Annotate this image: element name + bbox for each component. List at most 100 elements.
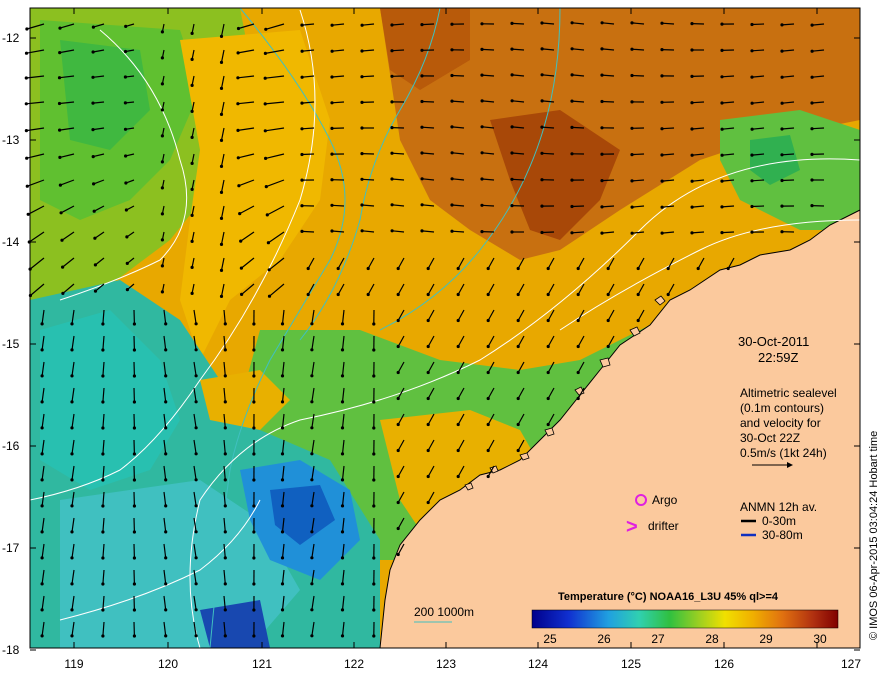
velocity-arrow-head <box>450 99 454 103</box>
velocity-arrow-head <box>360 49 364 53</box>
velocity-arrow-head <box>630 179 634 183</box>
velocity-arrow-head <box>390 126 394 130</box>
velocity-arrow-head <box>280 478 285 482</box>
velocity-arrow-head <box>600 99 604 104</box>
velocity-arrow-head <box>750 22 754 27</box>
velocity-arrow-head <box>576 292 580 297</box>
velocity-arrow-head <box>372 374 376 378</box>
velocity-arrow-head <box>101 400 105 404</box>
velocity-arrow-head <box>780 153 784 157</box>
velocity-arrow-head <box>372 478 376 482</box>
velocity-arrow-head <box>510 204 514 208</box>
velocity-arrow-head <box>360 23 364 27</box>
velocity-arrow-head <box>372 504 376 508</box>
velocity-arrow-head <box>330 75 334 79</box>
velocity-arrow-head <box>366 266 370 271</box>
velocity-arrow-head <box>280 400 285 404</box>
lon-tick-label: 126 <box>714 657 734 671</box>
velocity-arrow-head <box>780 49 784 53</box>
velocity-arrow-head <box>70 426 74 430</box>
velocity-arrow-head <box>160 290 164 294</box>
velocity-arrow-head <box>24 102 28 106</box>
velocity-arrow-head <box>360 100 364 104</box>
velocity-arrow-head <box>61 265 65 269</box>
velocity-arrow-head <box>40 530 44 534</box>
velocity-arrow-head <box>456 292 460 297</box>
velocity-arrow-head <box>190 109 194 113</box>
velocity-arrow-head <box>810 127 814 131</box>
velocity-arrow <box>631 74 645 77</box>
velocity-arrow-head <box>160 108 164 112</box>
velocity-arrow-head <box>194 634 198 638</box>
velocity-arrow-head <box>540 230 544 235</box>
velocity-arrow-head <box>58 26 62 30</box>
velocity-arrow-head <box>630 126 634 130</box>
velocity-arrow-head <box>750 101 754 105</box>
velocity-arrow-head <box>132 530 136 534</box>
velocity-arrow-head <box>340 530 345 534</box>
velocity-arrow-head <box>280 504 285 508</box>
velocity-arrow-head <box>190 213 194 217</box>
velocity-arrow-head <box>390 100 394 104</box>
velocity-arrow-head <box>576 396 580 401</box>
velocity-arrow-head <box>570 99 574 103</box>
velocity-arrow-head <box>40 582 44 586</box>
velocity-arrow-head <box>101 374 105 378</box>
velocity-arrow-head <box>164 634 168 638</box>
velocity-arrow-head <box>223 400 227 404</box>
velocity-arrow-head <box>219 34 224 39</box>
velocity-arrow-head <box>810 178 814 182</box>
velocity-arrow-head <box>223 322 227 326</box>
velocity-arrow-head <box>690 101 694 105</box>
velocity-arrow-head <box>516 422 520 427</box>
velocity-arrow-head <box>516 448 520 453</box>
velocity-arrow-head <box>480 125 484 129</box>
velocity-arrow-head <box>330 101 334 105</box>
velocity-arrow-head <box>101 634 105 638</box>
velocity-arrow-head <box>300 127 304 131</box>
velocity-arrow <box>601 179 615 182</box>
velocity-arrow-head <box>236 76 240 80</box>
lon-tick-label: 121 <box>252 657 272 671</box>
velocity-arrow-head <box>810 204 814 208</box>
velocity-arrow-head <box>690 179 694 183</box>
velocity-arrow-head <box>720 205 724 209</box>
velocity-arrow-head <box>630 153 634 157</box>
velocity-arrow-head <box>630 100 634 104</box>
velocity-arrow <box>301 127 315 130</box>
velocity-arrow-head <box>510 177 514 181</box>
velocity-arrow <box>391 49 405 52</box>
lon-tick-label: 124 <box>528 657 548 671</box>
velocity-arrow-head <box>780 127 784 131</box>
velocity-arrow-head <box>450 22 454 26</box>
velocity-arrow-head <box>280 348 285 352</box>
velocity-arrow <box>331 101 345 104</box>
velocity-arrow-head <box>486 396 490 401</box>
velocity-arrow <box>361 75 375 78</box>
velocity-arrow-head <box>92 209 96 213</box>
velocity-arrow-head <box>630 231 634 235</box>
velocity-arrow-head <box>300 229 304 233</box>
velocity-arrow-head <box>91 50 95 54</box>
velocity-arrow-head <box>101 478 105 482</box>
velocity-arrow <box>571 126 585 129</box>
velocity-arrow-head <box>93 263 97 267</box>
drifter-icon: > <box>626 516 638 538</box>
velocity-arrow-head <box>516 344 520 349</box>
colorbar-tick-label: 25 <box>543 632 557 646</box>
velocity-arrow-head <box>340 556 345 560</box>
velocity-arrow-head <box>340 400 345 404</box>
velocity-arrow-head <box>164 608 168 612</box>
velocity-arrow-head <box>266 241 270 245</box>
velocity-arrow-head <box>330 152 334 156</box>
velocity-arrow-head <box>264 185 268 189</box>
velocity-arrow-head <box>396 422 400 427</box>
velocity-arrow-head <box>190 31 194 35</box>
velocity-arrow-head <box>190 83 194 87</box>
velocity-arrow-head <box>194 582 198 586</box>
velocity-arrow-head <box>310 582 314 586</box>
velocity-arrow-head <box>164 452 168 456</box>
velocity-arrow-head <box>660 231 664 235</box>
velocity-arrow-head <box>570 21 574 25</box>
velocity-arrow-head <box>456 448 460 453</box>
